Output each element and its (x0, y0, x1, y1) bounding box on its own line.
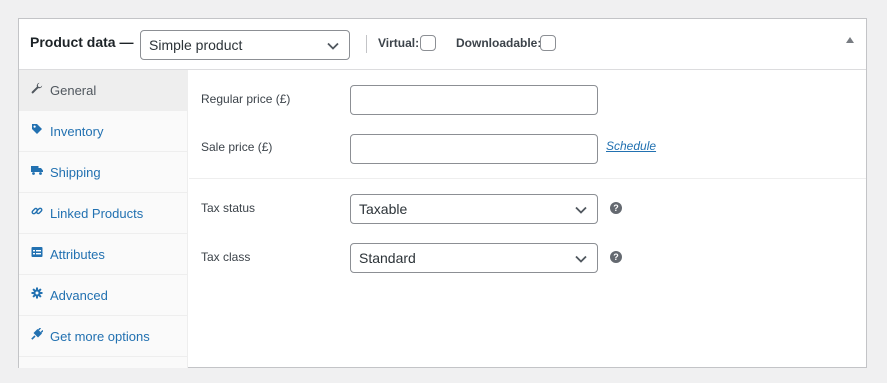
product-data-tabs: General Inventory Shipping Linked Produc… (19, 70, 188, 368)
sale-price-label: Sale price (£) (201, 140, 273, 154)
tab-get-more-options[interactable]: Get more options (19, 316, 187, 357)
virtual-checkbox[interactable] (420, 35, 436, 51)
truck-icon (31, 164, 43, 176)
product-data-header: Product data — Simple product Virtual: D… (19, 19, 866, 70)
panel-title: Product data — (30, 34, 133, 50)
tax-class-select[interactable]: Standard (350, 243, 598, 273)
tab-shipping[interactable]: Shipping (19, 152, 187, 193)
help-icon[interactable]: ? (610, 202, 622, 214)
virtual-label: Virtual: (378, 36, 420, 50)
wrench-icon (31, 82, 43, 94)
list-icon (31, 246, 43, 258)
help-icon[interactable]: ? (610, 251, 622, 263)
chevron-down-icon (575, 206, 587, 214)
gear-icon (31, 287, 43, 299)
title-dash: — (119, 34, 134, 50)
regular-price-label: Regular price (£) (201, 92, 291, 106)
tax-status-select[interactable]: Taxable (350, 194, 598, 224)
tab-label: Attributes (50, 247, 105, 262)
tab-label: Shipping (50, 165, 101, 180)
downloadable-checkbox[interactable] (540, 35, 556, 51)
tab-label: Advanced (50, 288, 108, 303)
tab-advanced[interactable]: Advanced (19, 275, 187, 316)
link-icon (31, 205, 43, 217)
tab-label: Get more options (50, 329, 150, 344)
chevron-down-icon (327, 42, 339, 50)
product-type-select[interactable]: Simple product (140, 30, 350, 60)
sale-price-input[interactable] (350, 134, 598, 164)
section-divider (189, 178, 866, 179)
tax-class-label: Tax class (201, 250, 251, 264)
tab-label: Inventory (50, 124, 104, 139)
panel-title-text: Product data (30, 34, 116, 50)
downloadable-label: Downloadable: (456, 36, 542, 50)
regular-price-input[interactable] (350, 85, 598, 115)
schedule-link[interactable]: Schedule (606, 139, 656, 153)
tab-general[interactable]: General (19, 70, 187, 111)
tab-linked-products[interactable]: Linked Products (19, 193, 187, 234)
product-type-value: Simple product (149, 37, 243, 53)
general-options-panel: Regular price (£) Sale price (£) Schedul… (189, 70, 866, 368)
tab-attributes[interactable]: Attributes (19, 234, 187, 275)
tax-status-label: Tax status (201, 201, 256, 215)
tag-icon (31, 123, 43, 135)
header-divider (366, 35, 367, 53)
tab-label: General (50, 83, 97, 98)
tax-class-value: Standard (359, 250, 416, 266)
plugin-icon (31, 328, 43, 340)
tab-label: Linked Products (50, 206, 144, 221)
product-data-panel: Product data — Simple product Virtual: D… (18, 18, 867, 368)
tab-inventory[interactable]: Inventory (19, 111, 187, 152)
collapse-toggle-icon[interactable] (846, 37, 854, 43)
chevron-down-icon (575, 255, 587, 263)
tax-status-value: Taxable (359, 201, 408, 217)
